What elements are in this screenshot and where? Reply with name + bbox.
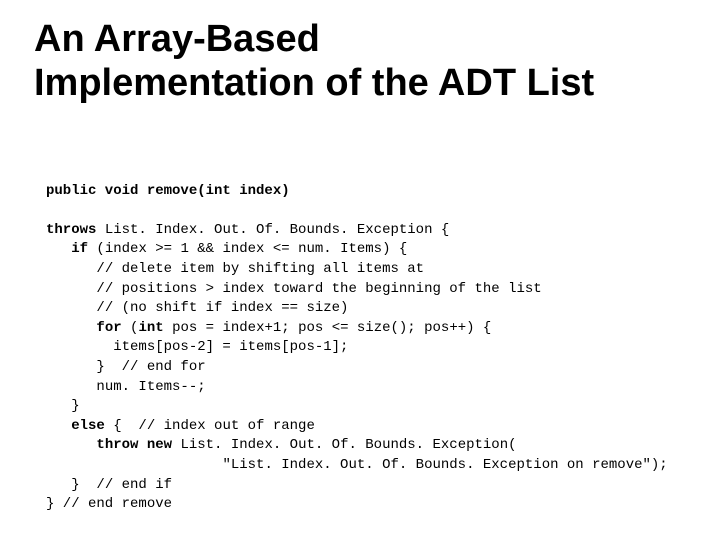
code-line-12b: { // index out of range bbox=[105, 418, 315, 434]
code-line-16: } // end remove bbox=[46, 496, 172, 512]
kw-if: if bbox=[71, 241, 88, 257]
title-line-1: An Array-Based bbox=[34, 18, 320, 60]
code-line-11: } bbox=[71, 398, 79, 414]
code-line-15: } // end if bbox=[71, 477, 172, 493]
slide-title: An Array-Based Implementation of the ADT… bbox=[34, 18, 700, 105]
code-line-13b: List. Index. Out. Of. Bounds. Exception( bbox=[172, 437, 516, 453]
code-line-10: num. Items--; bbox=[96, 379, 214, 395]
code-line-4: // delete item by shifting all items at bbox=[96, 261, 424, 277]
code-line-7b: ( bbox=[122, 320, 139, 336]
code-line-8: items[pos-2] = items[pos-1]; bbox=[113, 339, 348, 355]
code-line-6: // (no shift if index == size) bbox=[96, 300, 348, 316]
kw-int: int bbox=[138, 320, 163, 336]
slide: An Array-Based Implementation of the ADT… bbox=[0, 0, 720, 540]
code-line-14: "List. Index. Out. Of. Bounds. Exception… bbox=[222, 457, 667, 473]
code-block: public void remove(int index) throws Lis… bbox=[46, 162, 690, 534]
kw-for: for bbox=[96, 320, 121, 336]
code-line-3b: (index >= 1 && index <= num. Items) { bbox=[88, 241, 407, 257]
kw-throws: throws bbox=[46, 222, 96, 238]
code-line-5: // positions > index toward the beginnin… bbox=[96, 281, 541, 297]
title-line-2: Implementation of the ADT List bbox=[34, 62, 594, 104]
kw-throw-new: throw new bbox=[96, 437, 172, 453]
code-line-1: public void remove(int index) bbox=[46, 183, 290, 199]
code-line-9: } // end for bbox=[96, 359, 205, 375]
kw-else: else bbox=[71, 418, 105, 434]
code-line-2b: List. Index. Out. Of. Bounds. Exception … bbox=[96, 222, 449, 238]
code-line-7d: pos = index+1; pos <= size(); pos++) { bbox=[164, 320, 492, 336]
